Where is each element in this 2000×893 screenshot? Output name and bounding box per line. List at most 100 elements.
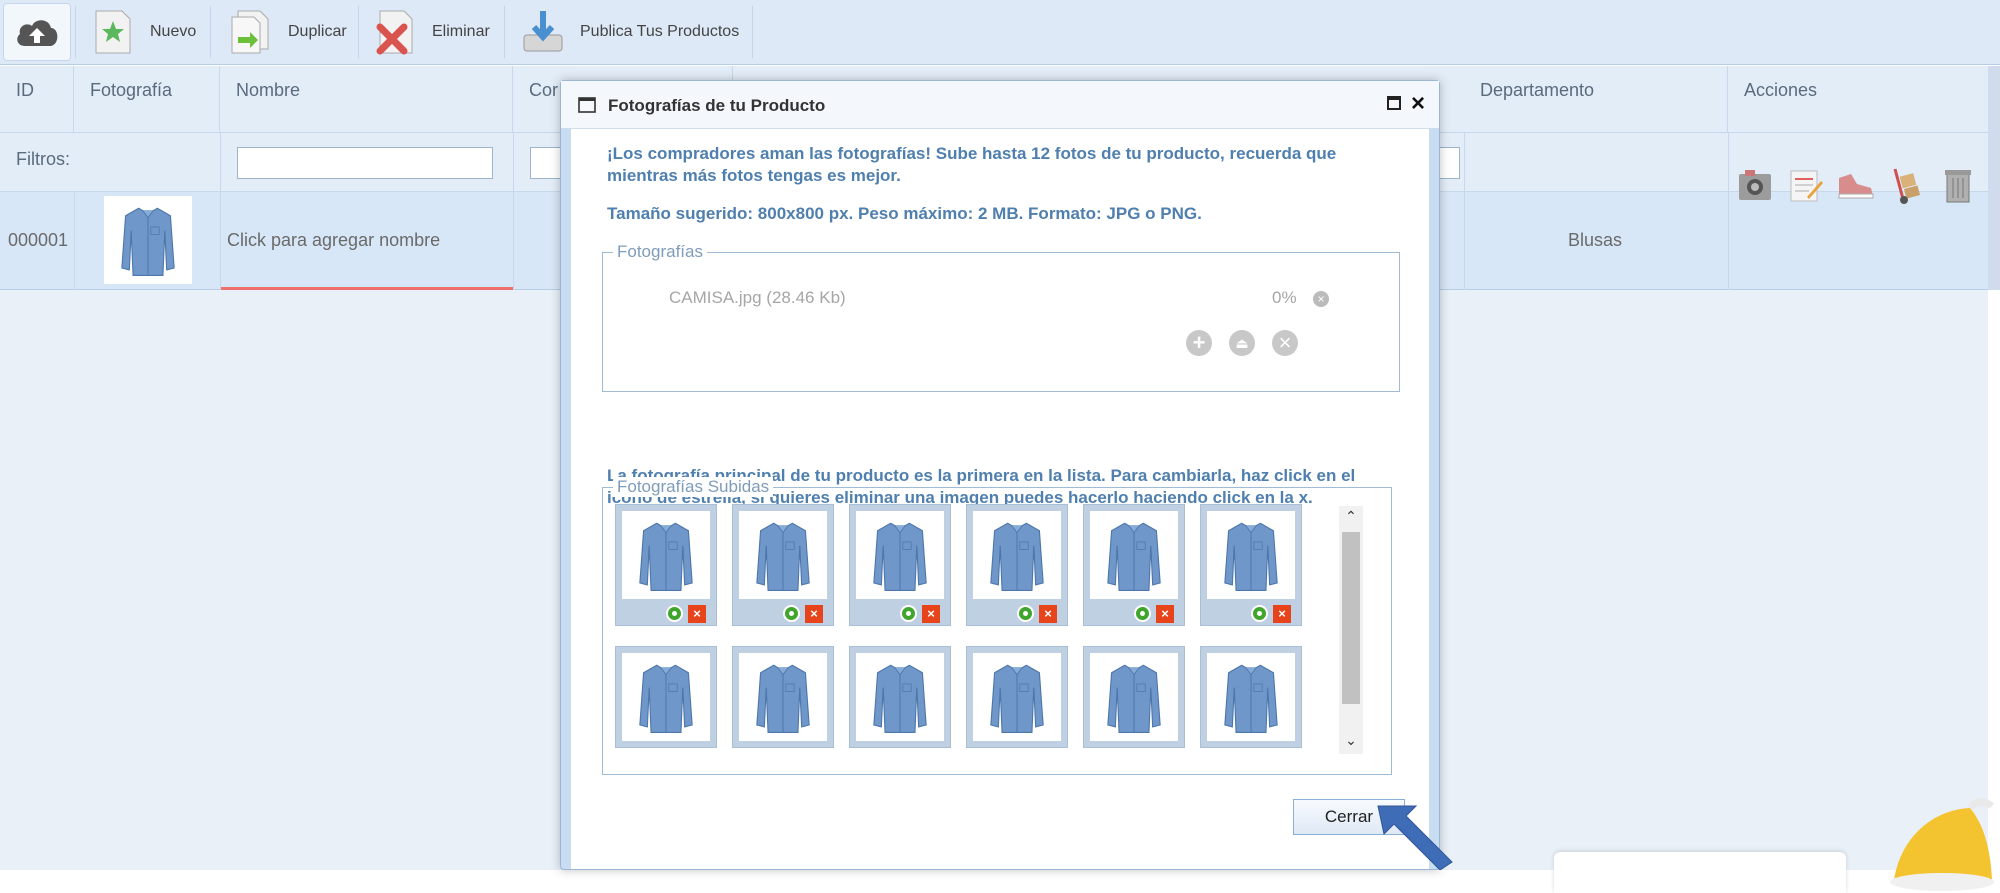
shirt-photo [856, 653, 944, 741]
uploaded-photo-thumb[interactable] [849, 646, 951, 748]
publish-download-icon [520, 9, 566, 55]
edit-notes-icon [1790, 170, 1823, 202]
close-icon[interactable]: × [1411, 90, 1425, 118]
publica-label: Publica Tus Productos [580, 23, 740, 40]
header-departamento[interactable]: Departamento [1464, 66, 1728, 132]
delete-photo-icon[interactable]: × [805, 605, 823, 623]
scroll-up-icon[interactable]: ⌃ [1339, 508, 1363, 526]
dialog-titlebar[interactable]: Fotografías de tu Producto × [561, 81, 1439, 129]
uploaded-photo-thumb[interactable]: × [966, 504, 1068, 626]
uploaded-photo-thumb[interactable] [1200, 646, 1302, 748]
uploaded-photo-thumb[interactable]: × [732, 504, 834, 626]
header-nombre[interactable]: Nombre [220, 66, 513, 132]
duplicar-label: Duplicar [288, 23, 347, 40]
shirt-photo [739, 511, 827, 599]
chat-widget-tab[interactable] [1554, 852, 1846, 893]
duplicar-button[interactable]: Duplicar [228, 0, 347, 64]
fotografias-upload-box: Fotografías CAMISA.jpg (28.46 Kb) 0% × +… [602, 242, 1400, 392]
uploaded-photo-thumb[interactable] [966, 646, 1068, 748]
uploaded-photo-thumb[interactable]: × [1200, 504, 1302, 626]
upload-icon[interactable]: ⏏ [1229, 330, 1255, 356]
delete-photo-icon[interactable]: × [1156, 605, 1174, 623]
uploaded-photo-thumb[interactable]: × [849, 504, 951, 626]
delete-photo-icon[interactable]: × [1039, 605, 1057, 623]
header-id[interactable]: ID [0, 66, 74, 132]
toolbar: Nuevo Duplicar Eliminar Publica Tus Prod… [0, 0, 2000, 65]
upload-file-name: CAMISA.jpg (28.46 Kb) [669, 288, 846, 307]
add-photo-icon[interactable]: + [1186, 330, 1212, 356]
shirt-photo [739, 653, 827, 741]
delete-photo-icon[interactable]: × [1273, 605, 1291, 623]
remove-file-icon[interactable]: × [1313, 291, 1329, 307]
cancel-upload-icon[interactable]: × [1272, 330, 1298, 356]
shoes-icon [1838, 174, 1874, 199]
subidas-legend: Fotografías Subidas [613, 477, 774, 497]
set-main-photo-icon[interactable] [1134, 605, 1151, 622]
shirt-photo [973, 653, 1061, 741]
scroll-thumb[interactable] [1342, 532, 1360, 704]
shipping-action-button[interactable] [1882, 150, 1932, 220]
row-departamento: Blusas [1568, 230, 1623, 250]
filters-label: Filtros: [16, 149, 70, 169]
santa-hat-icon [1890, 798, 1995, 891]
eliminar-label: Eliminar [432, 23, 490, 40]
uploaded-photo-thumb[interactable] [615, 646, 717, 748]
shirt-photo [622, 511, 710, 599]
size-info-text: Tamaño sugerido: 800x800 px. Peso máximo… [607, 204, 1202, 223]
shoes-action-button[interactable] [1830, 150, 1880, 220]
set-main-photo-icon[interactable] [1251, 605, 1268, 622]
fotografias-legend: Fotografías [613, 242, 707, 262]
upload-cloud-button[interactable] [3, 3, 71, 61]
photos-dialog: Fotografías de tu Producto × ¡Los compra… [560, 80, 1440, 870]
hand-truck-icon [1893, 168, 1921, 204]
cloud-upload-icon [17, 20, 58, 46]
star-document-icon [90, 9, 136, 55]
pointer-arrow-icon [1377, 805, 1453, 870]
dialog-title: Fotografías de tu Producto [608, 96, 826, 115]
nuevo-label: Nuevo [150, 23, 197, 40]
delete-document-icon [372, 9, 418, 55]
shirt-photo [622, 653, 710, 741]
shirt-photo [1207, 653, 1295, 741]
shirt-photo [973, 511, 1061, 599]
header-acciones: Acciones [1744, 80, 1818, 100]
shirt-photo [856, 511, 944, 599]
shirt-photo [1090, 511, 1178, 599]
uploaded-photo-thumb[interactable] [732, 646, 834, 748]
eliminar-button[interactable]: Eliminar [372, 0, 490, 64]
intro-text: ¡Los compradores aman las fotografías! S… [607, 144, 1337, 185]
scroll-down-icon[interactable]: ⌄ [1339, 732, 1363, 750]
set-main-photo-icon[interactable] [900, 605, 917, 622]
uploaded-photo-thumb[interactable]: × [1083, 504, 1185, 626]
uploaded-photo-thumb[interactable] [1083, 646, 1185, 748]
product-thumbnail[interactable] [104, 196, 192, 284]
grid-scrollbar[interactable] [1988, 66, 2000, 290]
row-nombre[interactable]: Click para agregar nombre [227, 230, 440, 251]
delete-action-button[interactable] [1934, 150, 1984, 220]
set-main-photo-icon[interactable] [666, 605, 683, 622]
set-main-photo-icon[interactable] [1017, 605, 1034, 622]
delete-photo-icon[interactable]: × [922, 605, 940, 623]
nombre-filter-input[interactable] [237, 147, 493, 179]
shirt-photo [1207, 511, 1295, 599]
row-id: 000001 [8, 230, 69, 250]
publica-button[interactable]: Publica Tus Productos [520, 0, 739, 64]
window-icon [578, 97, 596, 113]
photos-dialog-overlay: Fotografías de tu Producto × ¡Los compra… [560, 80, 1453, 870]
photo-icon [1739, 170, 1771, 200]
trash-icon [1945, 170, 1971, 203]
header-fotografia[interactable]: Fotografía [74, 66, 220, 132]
nuevo-button[interactable]: Nuevo [90, 0, 196, 64]
dialog-body: ¡Los compradores aman las fotografías! S… [571, 129, 1429, 869]
upload-progress: 0% [1272, 288, 1297, 307]
thumbs-scrollbar[interactable]: ⌃ ⌄ [1339, 506, 1363, 754]
duplicate-document-icon [228, 9, 274, 55]
shirt-photo [1090, 653, 1178, 741]
maximize-icon[interactable] [1387, 96, 1401, 110]
uploaded-photo-thumb[interactable]: × [615, 504, 717, 626]
delete-photo-icon[interactable]: × [688, 605, 706, 623]
photo-action-button[interactable] [1730, 150, 1780, 220]
fotografias-subidas-box: Fotografías Subidas × × × × × × ⌃ ⌄ [602, 477, 1392, 775]
edit-action-button[interactable] [1780, 150, 1830, 220]
set-main-photo-icon[interactable] [783, 605, 800, 622]
